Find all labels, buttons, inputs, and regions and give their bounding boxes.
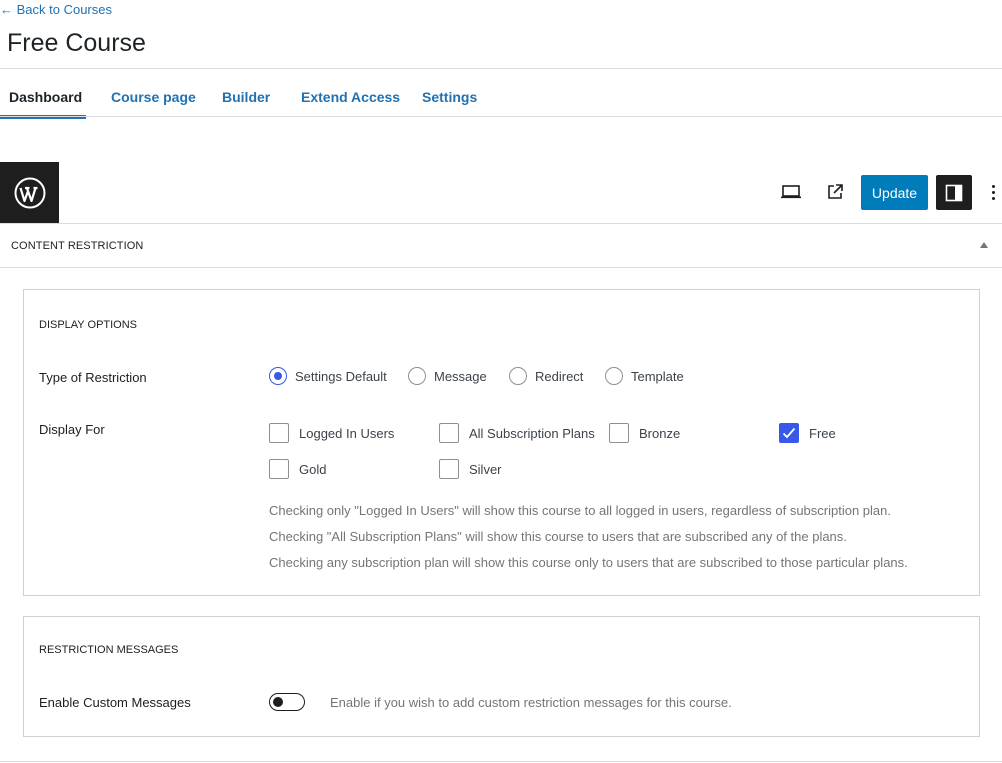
help-text-logged-in: Checking only "Logged In Users" will sho… — [269, 503, 891, 518]
tab-builder[interactable]: Builder — [222, 89, 270, 105]
checkbox-bronze-control[interactable] — [609, 423, 629, 443]
more-vertical-icon[interactable] — [984, 177, 1002, 207]
radio-template-control[interactable] — [605, 367, 623, 385]
checkbox-label: Logged In Users — [299, 425, 395, 441]
tab-extend-access[interactable]: Extend Access — [301, 89, 400, 105]
enable-custom-messages-label: Enable Custom Messages — [39, 695, 191, 710]
display-options-box: DISPLAY OPTIONS Type of Restriction Sett… — [23, 289, 980, 596]
bottom-divider — [0, 761, 1002, 762]
checkbox-free[interactable]: Free — [779, 423, 836, 443]
radio-redirect[interactable]: Redirect — [509, 367, 583, 385]
checkbox-all-subscription-plans[interactable]: All Subscription Plans — [439, 423, 595, 443]
radio-message-control[interactable] — [408, 367, 426, 385]
checkbox-gold[interactable]: Gold — [269, 459, 326, 479]
page-title: Free Course — [7, 29, 146, 57]
checkbox-label: Free — [809, 425, 836, 441]
toggle-knob — [273, 697, 283, 707]
radio-label: Template — [631, 368, 684, 384]
wordpress-logo-icon[interactable] — [0, 162, 59, 223]
display-for-label: Display For — [39, 422, 105, 437]
checkbox-free-control[interactable] — [779, 423, 799, 443]
checkbox-silver[interactable]: Silver — [439, 459, 502, 479]
checkbox-logged-in-users[interactable]: Logged In Users — [269, 423, 394, 443]
radio-settings-default[interactable]: Settings Default — [269, 367, 387, 385]
checkmark-icon — [782, 427, 796, 439]
display-options-title: DISPLAY OPTIONS — [39, 319, 138, 331]
radio-label: Redirect — [535, 368, 584, 384]
checkbox-label: All Subscription Plans — [469, 425, 595, 441]
radio-label: Settings Default — [295, 368, 387, 384]
checkbox-bronze[interactable]: Bronze — [609, 423, 680, 443]
checkbox-label: Silver — [469, 461, 502, 477]
checkbox-silver-control[interactable] — [439, 459, 459, 479]
update-button[interactable]: Update — [861, 175, 928, 210]
tabs-divider — [0, 116, 1002, 117]
radio-message[interactable]: Message — [408, 367, 487, 385]
checkbox-all-subscription-plans-control[interactable] — [439, 423, 459, 443]
laptop-icon[interactable] — [773, 174, 809, 210]
sidebar-toggle-icon[interactable] — [936, 175, 972, 210]
caret-up-icon[interactable] — [980, 242, 988, 248]
content-restriction-panel-header[interactable]: CONTENT RESTRICTION — [0, 223, 1002, 268]
type-of-restriction-label: Type of Restriction — [39, 370, 147, 385]
radio-template[interactable]: Template — [605, 367, 684, 385]
header-divider — [0, 68, 1002, 69]
external-link-icon[interactable] — [817, 174, 853, 210]
help-text-particular-plans: Checking any subscription plan will show… — [269, 555, 908, 570]
checkbox-gold-control[interactable] — [269, 459, 289, 479]
tab-course-page[interactable]: Course page — [111, 89, 196, 105]
panel-title: CONTENT RESTRICTION — [11, 240, 144, 252]
checkbox-label: Bronze — [639, 425, 681, 441]
restriction-messages-title: RESTRICTION MESSAGES — [39, 644, 179, 656]
enable-custom-messages-toggle[interactable] — [269, 693, 305, 711]
radio-label: Message — [434, 368, 487, 384]
radio-redirect-control[interactable] — [509, 367, 527, 385]
checkbox-logged-in-users-control[interactable] — [269, 423, 289, 443]
back-to-courses-link[interactable]: ← Back to Courses — [0, 2, 112, 17]
radio-settings-default-control[interactable] — [269, 367, 287, 385]
restriction-messages-box: RESTRICTION MESSAGES Enable Custom Messa… — [23, 616, 980, 737]
help-text-all-plans: Checking "All Subscription Plans" will s… — [269, 529, 847, 544]
checkbox-label: Gold — [299, 461, 327, 477]
tab-dashboard[interactable]: Dashboard — [9, 89, 82, 105]
tab-settings[interactable]: Settings — [422, 89, 477, 105]
enable-custom-messages-help: Enable if you wish to add custom restric… — [330, 695, 732, 710]
